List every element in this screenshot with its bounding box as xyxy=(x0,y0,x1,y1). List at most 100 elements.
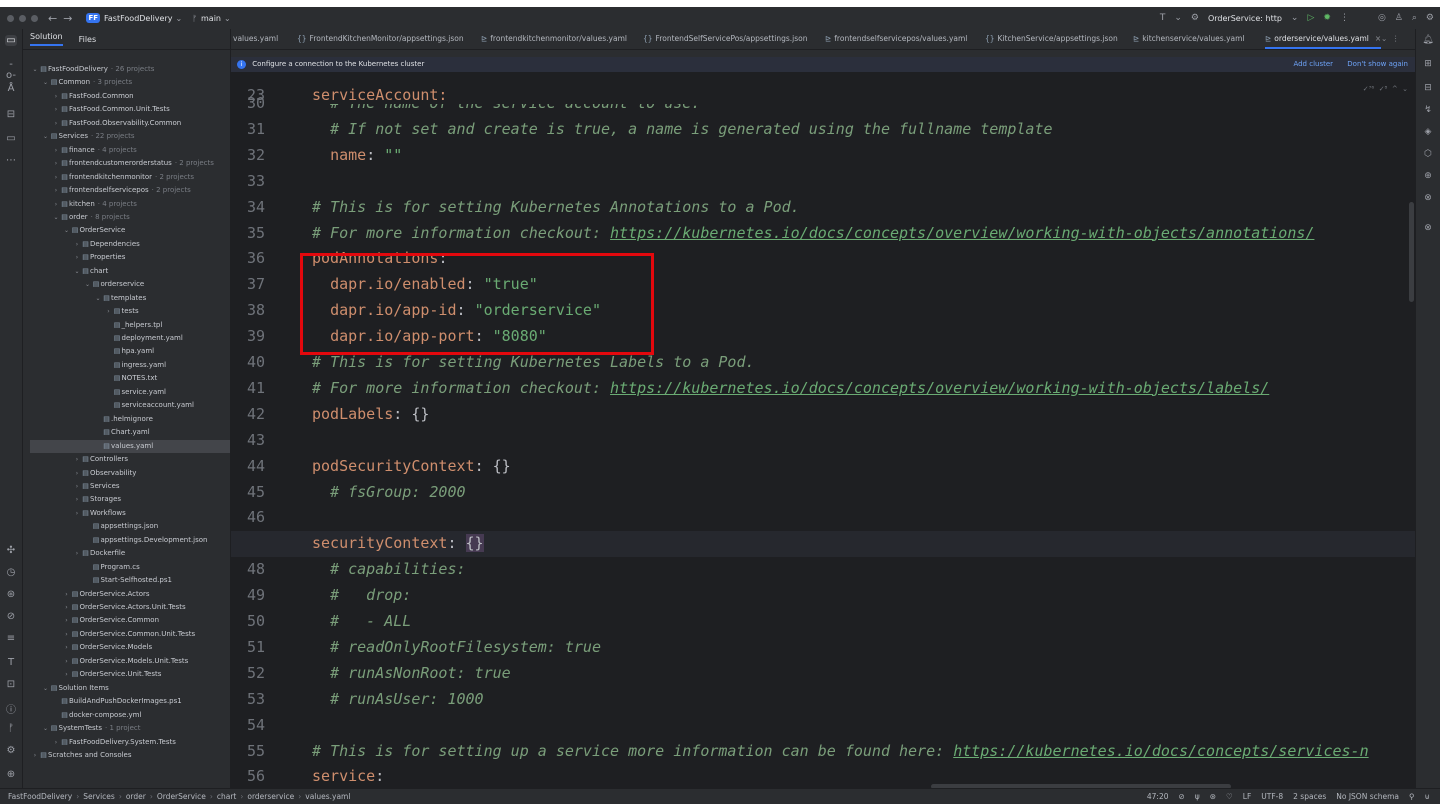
file-encoding[interactable]: UTF-8 xyxy=(1261,789,1283,804)
chevron-down-icon[interactable]: ⌄ xyxy=(42,130,50,143)
account-icon[interactable]: ♙ xyxy=(1395,13,1403,23)
editor-tab[interactable]: ⊵ frontendselfservicepos/values.yaml xyxy=(825,29,967,49)
lock-icon[interactable]: ⚲ xyxy=(1409,789,1415,804)
tree-item[interactable]: › ▤frontendcustomerorderstatus · 2 project… xyxy=(23,157,230,170)
tree-item[interactable]: › ▤Services xyxy=(23,480,230,493)
chevron-right-icon[interactable]: › xyxy=(63,628,71,641)
tree-item[interactable]: ▤Start-Selfhosted.ps1 xyxy=(23,574,230,587)
editor-tab[interactable]: {} KitchenService/appsettings.json xyxy=(985,29,1118,49)
inspections-icon[interactable]: ⊛ xyxy=(1210,789,1216,804)
breadcrumb-item[interactable]: orderservice xyxy=(247,792,294,801)
structure-icon[interactable]: Å xyxy=(5,83,17,94)
dont-show-again-link[interactable]: Don't show again xyxy=(1347,60,1408,68)
tab-solution[interactable]: Solution xyxy=(30,32,63,46)
tree-item[interactable]: ▤.helmignore xyxy=(23,413,230,426)
tree-item[interactable]: › ▤kitchen · 4 projects xyxy=(23,198,230,211)
tree-item[interactable]: ▤deployment.yaml xyxy=(23,332,230,345)
tree-item[interactable]: › ▤FastFood.Observability.Common xyxy=(23,117,230,130)
tree-item[interactable]: ⌄ ▤Common · 3 projects xyxy=(23,76,230,89)
chevron-right-icon[interactable]: › xyxy=(52,144,60,157)
notifications-icon[interactable]: 🔔︎ xyxy=(1422,35,1434,45)
caret-position[interactable]: 47:20 xyxy=(1147,789,1169,804)
chevron-right-icon[interactable]: › xyxy=(73,480,81,493)
tree-item[interactable]: ▤appsettings.json xyxy=(23,520,230,533)
inspection-widget[interactable]: ✓⁷⁶ ✓⁸ ^ ⌄ xyxy=(1363,85,1408,93)
chevron-right-icon[interactable]: › xyxy=(52,157,60,170)
power-save-icon[interactable]: ψ xyxy=(1195,789,1200,804)
plugin-icon[interactable]: ⊗ xyxy=(1422,193,1434,203)
bookmarks-icon[interactable]: ✣ xyxy=(5,545,17,556)
tree-item[interactable]: › ▤Workflows xyxy=(23,507,230,520)
tree-item[interactable]: › ▤FastFood.Common xyxy=(23,90,230,103)
code-line[interactable]: service: xyxy=(312,767,384,785)
chevron-right-icon[interactable]: › xyxy=(73,547,81,560)
code-line[interactable]: # runAsUser: 1000 xyxy=(312,690,484,708)
tree-item[interactable]: › ▤Observability xyxy=(23,467,230,480)
chevron-right-icon[interactable]: › xyxy=(73,507,81,520)
tree-item[interactable]: › ▤OrderService.Unit.Tests xyxy=(23,668,230,681)
project-switcher[interactable]: FastFoodDelivery xyxy=(104,14,172,23)
chevron-right-icon[interactable]: › xyxy=(73,493,81,506)
tree-item[interactable]: ⌄ ▤orderservice xyxy=(23,278,230,291)
tree-item[interactable]: ⌄ ▤order · 8 projects xyxy=(23,211,230,224)
tree-item[interactable]: ▤ingress.yaml xyxy=(23,359,230,372)
tree-item[interactable]: ▤service.yaml xyxy=(23,386,230,399)
back-arrow-icon[interactable]: ← xyxy=(48,12,57,25)
chevron-down-icon[interactable]: ⌄ xyxy=(84,278,92,291)
chevron-right-icon[interactable]: › xyxy=(52,171,60,184)
learn-icon[interactable]: ◈ xyxy=(1422,127,1434,137)
breadcrumb-item[interactable]: values.yaml xyxy=(305,792,350,801)
json-schema-selector[interactable]: No JSON schema xyxy=(1336,789,1399,804)
add-cluster-link[interactable]: Add cluster xyxy=(1293,60,1333,68)
solution-explorer-icon[interactable]: ▭ xyxy=(5,35,17,46)
debug-icon[interactable]: ✹ xyxy=(1323,13,1331,23)
tree-item[interactable]: › ▤OrderService.Actors.Unit.Tests xyxy=(23,601,230,614)
settings-gear-icon[interactable]: ⚙ xyxy=(1426,13,1434,23)
shield-icon[interactable]: ⬡ xyxy=(1422,149,1434,159)
ai-assistant-icon[interactable]: ⊞ xyxy=(1422,59,1434,69)
tree-item[interactable]: ▤_helpers.tpl xyxy=(23,319,230,332)
memory-indicator-icon[interactable]: ⊍ xyxy=(1425,789,1431,804)
breadcrumb-item[interactable]: Services xyxy=(83,792,115,801)
git-icon[interactable]: ᚠ xyxy=(5,723,17,734)
chevron-right-icon[interactable]: › xyxy=(63,614,71,627)
tree-item[interactable]: › ▤Properties xyxy=(23,251,230,264)
tree-item[interactable]: ▤Chart.yaml xyxy=(23,426,230,439)
code-line[interactable]: securityContext: {} xyxy=(312,534,484,553)
chevron-right-icon[interactable]: › xyxy=(52,736,60,749)
tree-item[interactable]: › ▤tests xyxy=(23,305,230,318)
indent-setting[interactable]: 2 spaces xyxy=(1293,789,1326,804)
chevron-right-icon[interactable]: › xyxy=(63,668,71,681)
editor-tab[interactable]: {} FrontendKitchenMonitor/appsettings.jso… xyxy=(297,29,464,49)
tree-item[interactable]: › ▤OrderService.Common xyxy=(23,614,230,627)
tree-item[interactable]: ▤hpa.yaml xyxy=(23,345,230,358)
tree-item-selected[interactable]: ▤values.yaml xyxy=(30,439,230,453)
tree-item[interactable]: › ▤Scratches and Consoles xyxy=(23,749,230,762)
tree-item[interactable]: ▤serviceaccount.yaml xyxy=(23,399,230,412)
tree-item[interactable]: › ▤frontendselfservicepos · 2 projects xyxy=(23,184,230,197)
chevron-right-icon[interactable]: › xyxy=(52,90,60,103)
tree-item[interactable]: › ▤Dockerfile xyxy=(23,547,230,560)
tree-item[interactable]: › ▤frontendkitchenmonitor · 2 projects xyxy=(23,171,230,184)
code-line[interactable]: # This is for setting Kubernetes Labels … xyxy=(312,353,755,371)
breadcrumb-item[interactable]: FastFoodDelivery xyxy=(8,792,72,801)
window-controls[interactable] xyxy=(7,14,38,22)
more-icon[interactable]: ⋮ xyxy=(1340,13,1349,23)
chevron-right-icon[interactable]: › xyxy=(31,749,39,762)
tab-overflow-icon[interactable]: ⌄ ⋮ xyxy=(1381,29,1400,49)
chevron-right-icon[interactable]: › xyxy=(73,251,81,264)
code-line[interactable]: # For more information checkout: https:/… xyxy=(312,224,1314,242)
database-icon[interactable]: ⊟ xyxy=(1422,83,1434,93)
tree-item[interactable]: › ▤OrderService.Common.Unit.Tests xyxy=(23,628,230,641)
debug-tool-icon[interactable]: ⊘ xyxy=(5,611,17,622)
chevron-right-icon[interactable]: › xyxy=(63,641,71,654)
chevron-down-icon[interactable]: ⌄ xyxy=(31,63,39,76)
tree-item[interactable]: › ▤Dependencies xyxy=(23,238,230,251)
chevron-right-icon[interactable]: › xyxy=(105,305,113,318)
endpoints-icon[interactable]: ▭ xyxy=(5,133,17,144)
tree-item[interactable]: › ▤OrderService.Models.Unit.Tests xyxy=(23,655,230,668)
tree-item[interactable]: ⌄ ▤templates xyxy=(23,292,230,305)
code-line[interactable]: # - ALL xyxy=(312,612,411,630)
plugin-icon[interactable]: ⊗ xyxy=(1422,223,1434,233)
tree-item[interactable]: ⌄ ▤OrderService xyxy=(23,224,230,237)
